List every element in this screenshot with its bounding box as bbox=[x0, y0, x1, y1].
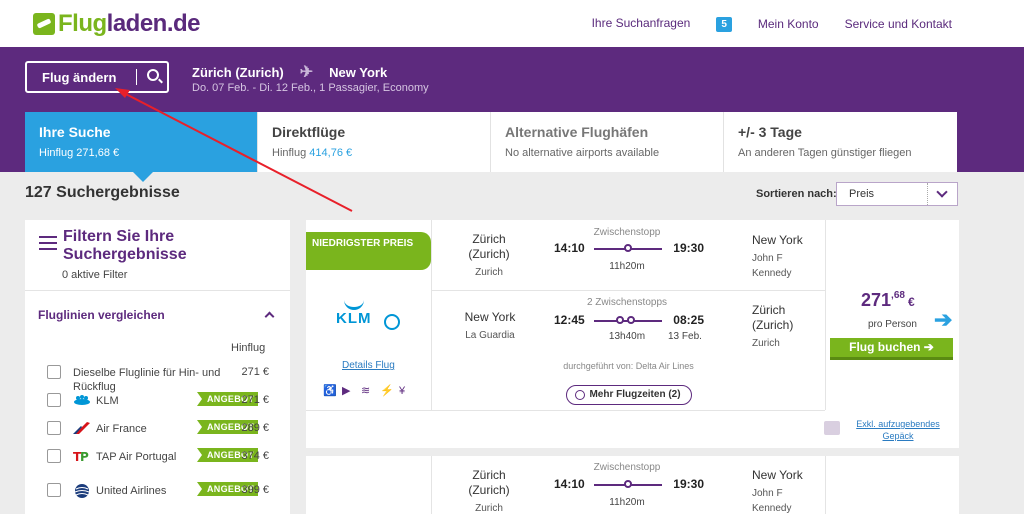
operated-by: durchgeführt von: Delta Air Lines bbox=[563, 361, 694, 371]
route-from: Zürich (Zurich) bbox=[192, 64, 284, 80]
filter-title: Filtern Sie Ihre Suchergebnisse bbox=[63, 228, 187, 263]
plane-logo-icon bbox=[33, 13, 55, 35]
amenities: ♿ ▶ ≋ ⚡ ¥ bbox=[323, 385, 409, 397]
route-to: New York bbox=[329, 64, 388, 80]
sort-select[interactable]: Preis bbox=[836, 182, 958, 206]
site-logo[interactable]: Flugladen.de bbox=[33, 10, 201, 38]
outbound-segment[interactable]: Zürich (Zurich) Zurich Zwischenstopp 14:1… bbox=[432, 456, 825, 514]
seat-icon: ♿ bbox=[323, 385, 337, 397]
arrow-right-icon[interactable]: ➔ bbox=[934, 307, 952, 333]
svg-text:P: P bbox=[80, 450, 89, 463]
result-tabs: Ihre Suche Hinflug 271,68 € Direktflüge … bbox=[25, 112, 958, 182]
airline-logo: KLM bbox=[336, 300, 401, 330]
sliders-icon bbox=[39, 236, 57, 252]
airline-checkbox[interactable] bbox=[47, 393, 61, 407]
airline-checkbox[interactable] bbox=[47, 421, 61, 435]
requests-count-badge: 5 bbox=[716, 17, 732, 32]
tab-plus-minus-3-days[interactable]: +/- 3 Tage An anderen Tagen günstiger fl… bbox=[724, 112, 957, 172]
flight-result-card: Zürich (Zurich) Zurich Zwischenstopp 14:1… bbox=[306, 456, 959, 514]
luggage-icon bbox=[824, 421, 840, 435]
flight-details-link[interactable]: Details Flug bbox=[342, 360, 395, 371]
price: 271,68 € bbox=[861, 290, 915, 310]
airline-checkbox[interactable] bbox=[47, 483, 61, 497]
nav-my-account[interactable]: Mein Konto bbox=[758, 17, 819, 31]
tab-direct-flights[interactable]: Direktflüge Hinflug 414,76 € bbox=[258, 112, 491, 172]
outbound-segment[interactable]: Zürich (Zurich) Zurich Zwischenstopp 14:1… bbox=[432, 220, 825, 290]
route-summary: Zürich (Zurich) ✈ New York bbox=[192, 62, 387, 82]
clock-icon bbox=[575, 390, 585, 400]
more-times-button[interactable]: Mehr Flugzeiten (2) bbox=[566, 385, 692, 405]
flight-result-card: NIEDRIGSTER PREIS KLM Details Flug ♿ ▶ ≋… bbox=[306, 220, 959, 448]
meal-icon: ¥ bbox=[399, 385, 406, 397]
top-nav: Ihre Suchanfragen 5 Mein Konto Service un… bbox=[566, 16, 952, 32]
plane-icon: ✈ bbox=[299, 64, 314, 81]
nav-service-contact[interactable]: Service und Kontakt bbox=[845, 17, 952, 31]
united-globe-icon bbox=[73, 483, 91, 498]
active-filter-count: 0 aktive Filter bbox=[62, 269, 128, 281]
globe-icon bbox=[384, 314, 400, 330]
per-person-label: pro Person bbox=[868, 319, 917, 330]
filter-panel: Filtern Sie Ihre Suchergebnisse 0 aktive… bbox=[25, 220, 290, 514]
luggage-note-link[interactable]: Exkl. aufzugebendes Gepäck bbox=[848, 418, 948, 442]
nav-search-requests[interactable]: Ihre Suchanfragen 5 bbox=[592, 16, 732, 32]
sort-label: Sortieren nach: bbox=[756, 188, 837, 200]
wifi-icon: ≋ bbox=[361, 385, 371, 397]
same-airline-checkbox[interactable] bbox=[47, 365, 61, 379]
tap-icon: TP bbox=[73, 449, 91, 464]
klm-crown-icon bbox=[344, 300, 364, 310]
change-flight-button[interactable]: Flug ändern bbox=[25, 61, 169, 93]
inbound-segment[interactable]: New York La Guardia 2 Zwischenstopps 12:4… bbox=[432, 291, 825, 361]
top-bar: Flugladen.de Ihre Suchanfragen 5 Mein Kon… bbox=[0, 0, 1024, 47]
logo-text: Flugladen.de bbox=[58, 10, 201, 37]
entertainment-icon: ▶ bbox=[342, 385, 351, 397]
chevron-up-icon[interactable] bbox=[264, 311, 275, 322]
power-plug-icon: ⚡ bbox=[380, 385, 394, 397]
book-flight-button[interactable]: Flug buchen ➔ bbox=[830, 338, 953, 360]
search-icon bbox=[147, 69, 159, 81]
air-france-icon bbox=[73, 421, 91, 435]
tab-alternative-airports[interactable]: Alternative Flughäfen No alternative air… bbox=[491, 112, 724, 172]
lowest-price-ribbon: NIEDRIGSTER PREIS bbox=[306, 232, 431, 270]
chevron-down-icon bbox=[927, 183, 957, 205]
results-count: 127 Suchergebnisse bbox=[25, 184, 180, 201]
airline-checkbox[interactable] bbox=[47, 449, 61, 463]
route-details: Do. 07 Feb. - Di. 12 Feb., 1 Passagier, … bbox=[192, 82, 429, 94]
outbound-column-header: Hinflug bbox=[231, 342, 266, 354]
klm-crown-icon bbox=[73, 393, 91, 407]
airline-compare-header[interactable]: Fluglinien vergleichen bbox=[38, 308, 165, 322]
tab-your-search[interactable]: Ihre Suche Hinflug 271,68 € bbox=[25, 112, 258, 182]
